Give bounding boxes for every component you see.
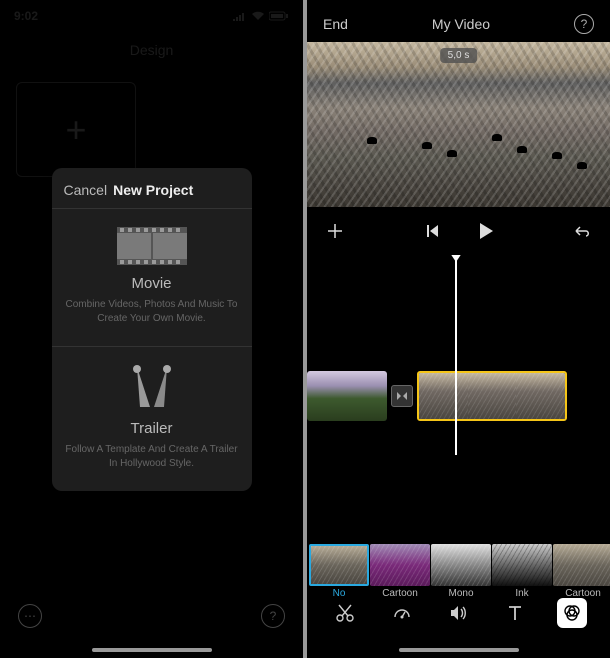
clip-2-selected[interactable] [417,371,567,421]
text-tool[interactable] [500,598,530,628]
trailer-option-title: Trailer [64,420,240,437]
filter-ink[interactable]: Ink [492,544,552,599]
scissors-tool[interactable] [330,598,360,628]
project-title[interactable]: My Video [432,16,490,32]
skip-back-button[interactable] [418,217,446,245]
add-media-button[interactable] [321,217,349,245]
play-button[interactable] [472,217,500,245]
filter-none[interactable]: No [309,544,369,599]
clip-1[interactable] [307,371,387,421]
tool-row [307,594,610,632]
movie-option[interactable]: Movie Combine Videos, Photos And Music T… [52,209,252,346]
home-indicator-right[interactable] [399,648,519,652]
movie-option-desc: Combine Videos, Photos And Music To Crea… [64,298,240,326]
trailer-option[interactable]: Trailer Follow A Template And Create A T… [52,346,252,491]
undo-button[interactable] [568,217,596,245]
video-preview[interactable]: 5,0 s [307,42,610,207]
filters-tool[interactable] [557,598,587,628]
modal-title: New Project [113,182,193,198]
end-button[interactable]: End [323,16,348,32]
filter-cartoon[interactable]: Cartoon [370,544,430,599]
volume-tool[interactable] [443,598,473,628]
modal-overlay: Cancel New Project [0,0,303,658]
trailer-option-desc: Follow A Template And Create A Trailer I… [64,443,240,471]
timeline[interactable] [307,255,610,455]
new-project-modal: Cancel New Project [52,168,252,491]
transition-node[interactable] [391,385,413,407]
right-phone-editor-screen: End My Video ? 5,0 s [307,0,610,658]
spotlight-icon [64,365,240,410]
speed-tool[interactable] [387,598,417,628]
playhead[interactable] [455,255,457,455]
home-indicator[interactable] [92,648,212,652]
more-icon[interactable]: ⋯ [18,604,42,628]
filmstrip-icon [64,227,240,265]
movie-option-title: Movie [64,275,240,292]
left-phone-projects-screen: 9:02 Design + Cancel New Project [0,0,303,658]
duration-badge: 5,0 s [440,48,478,63]
help-button[interactable]: ? [574,14,594,34]
help-icon[interactable]: ? [261,604,285,628]
cancel-button[interactable]: Cancel [64,182,108,198]
filter-cartoon-2[interactable]: Cartoon [553,544,610,599]
filter-mono[interactable]: Mono [431,544,491,599]
